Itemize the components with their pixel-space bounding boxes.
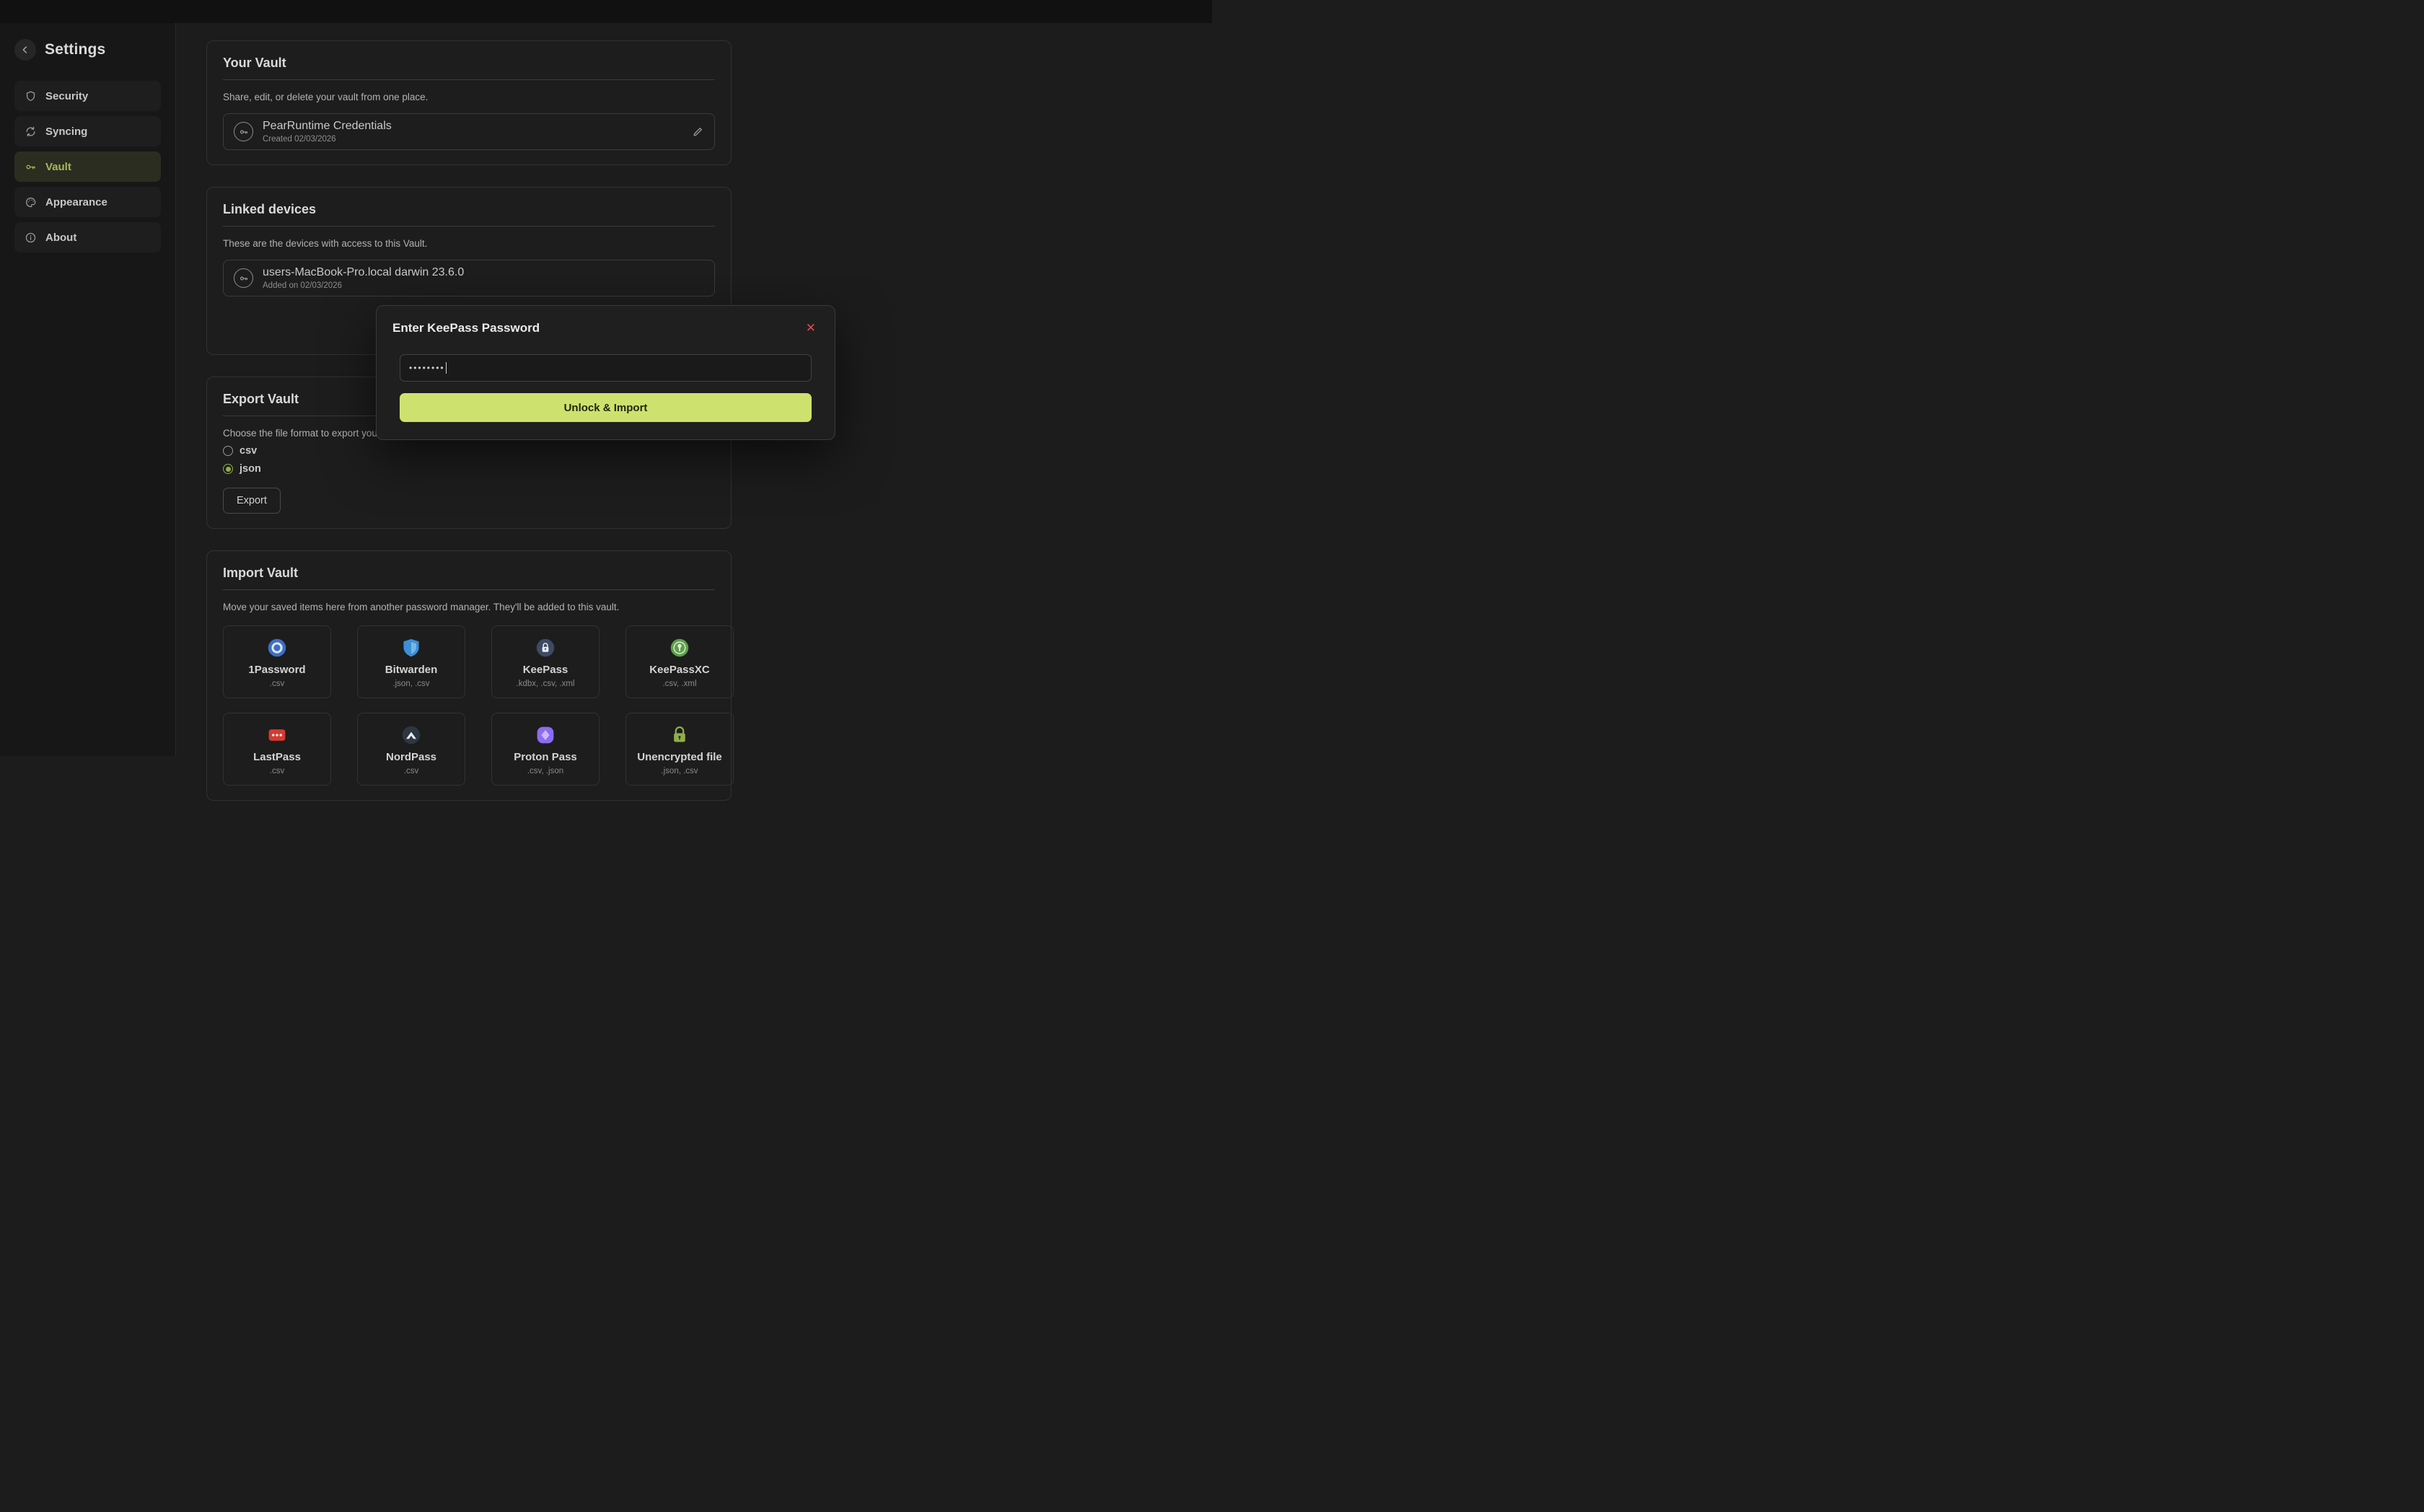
import-option-name: Bitwarden: [385, 664, 438, 676]
your-vault-description: Share, edit, or delete your vault from o…: [223, 92, 715, 102]
divider: [223, 589, 715, 590]
lastpass-icon: [267, 724, 287, 747]
arrow-left-icon: [19, 44, 31, 56]
import-option-bitwarden[interactable]: Bitwarden .json, .csv: [357, 625, 465, 698]
sidebar-item-label: Security: [45, 90, 88, 102]
sidebar-item-label: About: [45, 232, 76, 244]
import-option-name: LastPass: [253, 751, 301, 763]
import-option-formats: .kdbx, .csv, .xml: [517, 680, 575, 688]
import-option-formats: .csv, .xml: [662, 680, 696, 688]
device-added-date: Added on 02/03/2026: [263, 281, 464, 290]
import-option-protonpass[interactable]: Proton Pass .csv, .json: [491, 713, 600, 786]
export-format-option-json[interactable]: json: [223, 463, 715, 475]
sidebar-item-vault[interactable]: Vault: [14, 151, 161, 182]
back-button[interactable]: [14, 39, 36, 61]
export-format-option-csv[interactable]: csv: [223, 445, 715, 457]
linked-devices-title: Linked devices: [223, 202, 715, 217]
import-option-formats: .csv: [270, 767, 284, 775]
password-value: ••••••••: [409, 363, 445, 373]
vault-created-date: Created 02/03/2026: [263, 135, 392, 144]
keepass-password-dialog: Enter KeePass Password ✕ •••••••• Unlock…: [376, 305, 835, 440]
import-option-formats: .json, .csv: [661, 767, 698, 775]
palette-icon: [25, 196, 37, 208]
text-caret: [446, 362, 447, 374]
import-option-keepass[interactable]: KeePass .kdbx, .csv, .xml: [491, 625, 600, 698]
shield-icon: [25, 90, 37, 102]
import-option-name: NordPass: [386, 751, 436, 763]
close-icon[interactable]: ✕: [803, 320, 819, 335]
sidebar-item-label: Syncing: [45, 126, 87, 138]
page-title: Settings: [45, 41, 105, 58]
import-option-lastpass[interactable]: LastPass .csv: [223, 713, 331, 786]
settings-sidebar: Settings Security Syncing Vault Appearan…: [0, 23, 176, 756]
device-name: users-MacBook-Pro.local darwin 23.6.0: [263, 266, 464, 279]
protonpass-icon: [535, 724, 556, 747]
key-circle-icon: [234, 268, 253, 288]
import-option-nordpass[interactable]: NordPass .csv: [357, 713, 465, 786]
window-titlebar: [0, 0, 1212, 23]
1password-icon: [267, 636, 287, 659]
import-option-name: Unencrypted file: [637, 751, 722, 763]
sidebar-item-label: Appearance: [45, 196, 107, 208]
import-options-grid: 1Password .csv Bitwarden .json, .csv Kee…: [223, 625, 715, 786]
info-icon: [25, 232, 37, 244]
import-vault-description: Move your saved items here from another …: [223, 602, 715, 612]
import-option-formats: .csv, .json: [527, 767, 563, 775]
import-option-1password[interactable]: 1Password .csv: [223, 625, 331, 698]
nordpass-icon: [401, 724, 421, 747]
import-option-formats: .csv: [270, 680, 284, 688]
import-vault-title: Import Vault: [223, 566, 715, 581]
key-icon: [25, 161, 37, 173]
unencrypted-file-icon: [670, 724, 689, 747]
radio-selected-icon[interactable]: [223, 464, 233, 474]
import-option-name: 1Password: [248, 664, 305, 676]
divider: [223, 226, 715, 227]
sync-icon: [25, 126, 37, 138]
import-option-formats: .json, .csv: [392, 680, 429, 688]
keepassxc-icon: [669, 636, 690, 659]
sidebar-item-security[interactable]: Security: [14, 81, 161, 111]
radio-unselected-icon[interactable]: [223, 446, 233, 456]
sidebar-item-label: Vault: [45, 161, 71, 173]
unlock-import-button[interactable]: Unlock & Import: [400, 393, 812, 422]
password-input[interactable]: ••••••••: [400, 354, 812, 382]
keepass-icon: [535, 636, 556, 659]
import-option-name: Proton Pass: [514, 751, 577, 763]
your-vault-title: Your Vault: [223, 56, 715, 71]
radio-label: csv: [240, 445, 257, 457]
key-circle-icon: [234, 122, 253, 141]
linked-devices-description: These are the devices with access to thi…: [223, 238, 715, 249]
vault-row[interactable]: PearRuntime Credentials Created 02/03/20…: [223, 113, 715, 150]
import-option-keepassxc[interactable]: KeePassXC .csv, .xml: [625, 625, 734, 698]
import-option-name: KeePass: [523, 664, 568, 676]
sidebar-item-appearance[interactable]: Appearance: [14, 187, 161, 217]
dialog-title: Enter KeePass Password: [392, 321, 540, 335]
sidebar-item-syncing[interactable]: Syncing: [14, 116, 161, 146]
sidebar-header: Settings: [14, 39, 161, 61]
device-row[interactable]: users-MacBook-Pro.local darwin 23.6.0 Ad…: [223, 260, 715, 296]
export-button[interactable]: Export: [223, 488, 281, 514]
import-vault-card: Import Vault Move your saved items here …: [206, 550, 732, 801]
import-option-name: KeePassXC: [649, 664, 709, 676]
vault-name: PearRuntime Credentials: [263, 120, 392, 133]
radio-label: json: [240, 463, 261, 475]
import-option-unencrypted-file[interactable]: Unencrypted file .json, .csv: [625, 713, 734, 786]
divider: [223, 79, 715, 80]
your-vault-card: Your Vault Share, edit, or delete your v…: [206, 40, 732, 165]
sidebar-item-about[interactable]: About: [14, 222, 161, 252]
import-option-formats: .csv: [404, 767, 418, 775]
edit-pencil-icon[interactable]: [692, 126, 704, 138]
bitwarden-icon: [402, 636, 421, 659]
